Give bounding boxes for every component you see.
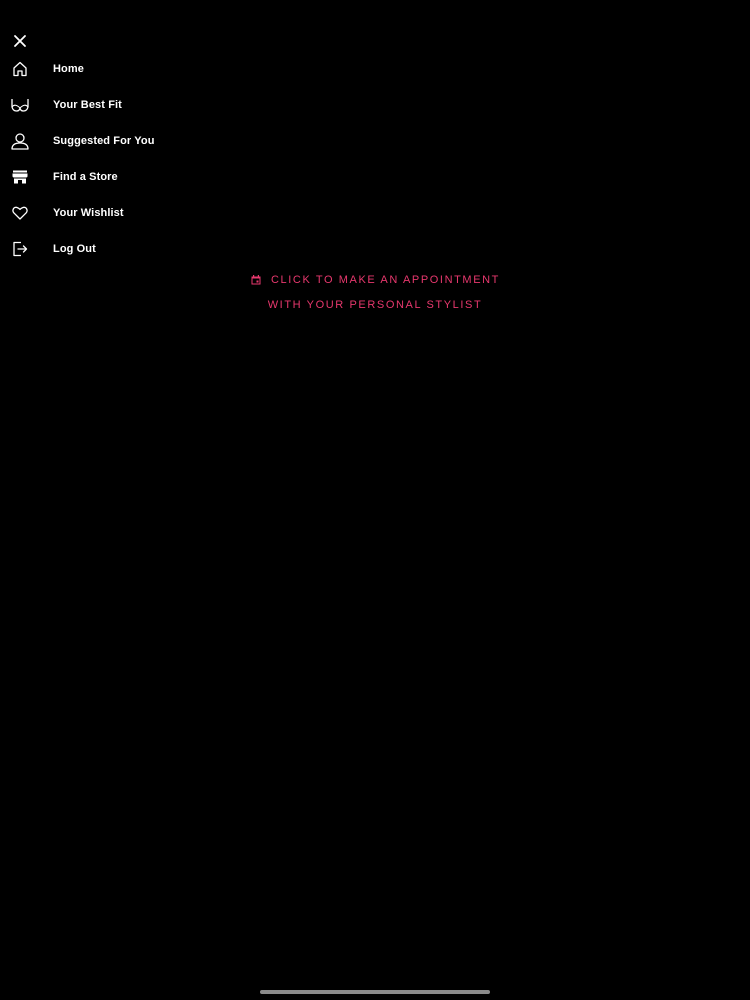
calendar-icon — [250, 274, 262, 286]
appointment-text-line-1: CLICK TO MAKE AN APPOINTMENT — [271, 274, 500, 286]
menu-item-label: Log Out — [53, 243, 96, 255]
menu-item-label: Home — [53, 63, 84, 75]
menu-item-label: Your Wishlist — [53, 207, 124, 219]
person-icon — [10, 131, 30, 151]
logout-icon — [10, 239, 30, 259]
menu-item-label: Find a Store — [53, 171, 118, 183]
menu-item-your-best-fit[interactable]: Your Best Fit — [0, 87, 260, 123]
close-menu-button[interactable] — [10, 31, 30, 51]
side-menu: Home Your Best Fit Suggested For You Fin… — [0, 51, 260, 267]
bra-icon — [10, 95, 30, 115]
menu-item-label: Suggested For You — [53, 135, 155, 147]
menu-item-log-out[interactable]: Log Out — [0, 231, 260, 267]
appointment-link[interactable]: CLICK TO MAKE AN APPOINTMENT WITH YOUR P… — [250, 268, 500, 316]
heart-icon — [10, 203, 30, 223]
home-indicator — [260, 990, 490, 994]
menu-item-label: Your Best Fit — [53, 99, 122, 111]
menu-item-find-a-store[interactable]: Find a Store — [0, 159, 260, 195]
menu-item-suggested-for-you[interactable]: Suggested For You — [0, 123, 260, 159]
menu-item-home[interactable]: Home — [0, 51, 260, 87]
store-icon — [10, 167, 30, 187]
home-icon — [10, 59, 30, 79]
appointment-line-1: CLICK TO MAKE AN APPOINTMENT — [250, 268, 500, 292]
menu-item-your-wishlist[interactable]: Your Wishlist — [0, 195, 260, 231]
close-icon — [14, 35, 26, 47]
appointment-text-line-2: WITH YOUR PERSONAL STYLIST — [267, 299, 483, 311]
